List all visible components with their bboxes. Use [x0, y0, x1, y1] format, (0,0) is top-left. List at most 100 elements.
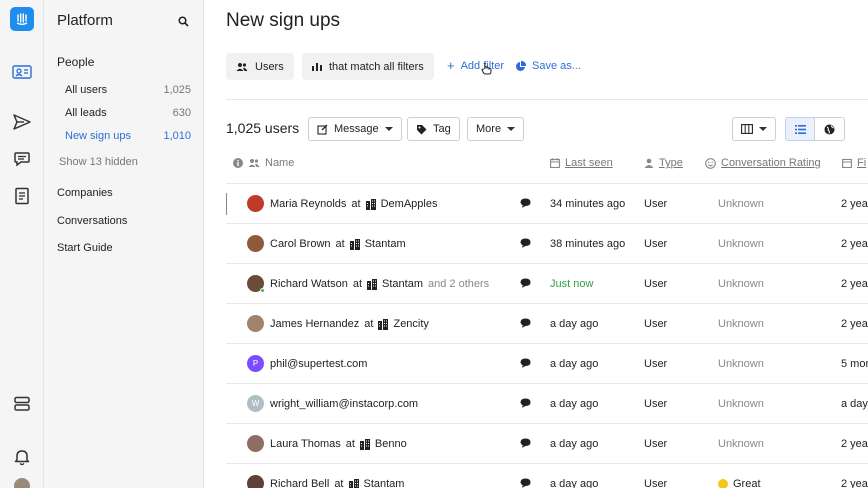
conversation-rating-cell: Unknown — [718, 398, 764, 410]
name-cell[interactable]: phil@supertest.com — [270, 358, 367, 370]
chat-bubble-icon[interactable] — [520, 238, 531, 248]
match-filter-pill[interactable]: that match all filters — [302, 53, 434, 80]
inbox-chat-icon[interactable] — [10, 147, 34, 171]
last-seen-cell-text: a day ago — [550, 438, 599, 450]
user-name[interactable]: James Hernandez — [270, 318, 359, 330]
articles-icon[interactable] — [10, 184, 34, 208]
type-cell: User — [644, 398, 667, 410]
table-row[interactable]: Wwright_william@instacorp.com a day ago Us… — [226, 383, 868, 423]
user-name[interactable]: wright_william@instacorp.com — [270, 398, 418, 410]
message-button[interactable]: Message — [308, 117, 402, 141]
table-row[interactable]: Richard Bell at Stantam a day ago User Great 2… — [226, 463, 868, 488]
name-cell[interactable]: Laura Thomas at Benno — [270, 438, 407, 450]
chat-bubble-icon[interactable] — [520, 478, 531, 488]
company-name[interactable]: Zencity — [393, 318, 428, 330]
save-as-button[interactable]: Save as... — [515, 60, 581, 72]
grinning-face-icon — [718, 479, 728, 488]
chat-bubble-icon[interactable] — [520, 438, 531, 448]
user-name[interactable]: Maria Reynolds — [270, 198, 346, 210]
search-icon[interactable] — [178, 14, 189, 32]
chat-bubble-icon[interactable] — [520, 398, 531, 408]
name-cell[interactable]: Maria Reynolds at DemApples — [270, 198, 437, 210]
last-seen-cell-text: a day ago — [550, 398, 599, 410]
tag-button[interactable]: Tag — [407, 117, 460, 141]
conversation-rating-cell: Unknown — [718, 278, 764, 290]
users-icon — [248, 159, 260, 167]
last-seen-cell: a day ago — [550, 318, 598, 330]
compose-icon — [317, 124, 328, 135]
sidebar-item-all-leads[interactable]: All leads 630 — [65, 107, 191, 119]
user-name[interactable]: phil@supertest.com — [270, 358, 367, 370]
apps-stack-icon[interactable] — [10, 392, 34, 416]
user-name[interactable]: Laura Thomas — [270, 438, 341, 450]
next-column-cell-text: 2 yea — [841, 438, 868, 450]
other-companies[interactable]: and 2 others — [428, 278, 489, 290]
company-name[interactable]: Benno — [375, 438, 407, 450]
sidebar-heading-start-guide[interactable]: Start Guide — [57, 242, 113, 254]
show-hidden-link[interactable]: Show 13 hidden — [59, 156, 138, 168]
last-seen-cell-text: 34 minutes ago — [550, 198, 626, 210]
table-row[interactable]: Maria Reynolds at DemApples 34 minutes ago U… — [226, 183, 868, 223]
column-header-last-seen-label: Last seen — [565, 157, 613, 169]
sidebar-heading-companies[interactable]: Companies — [57, 187, 113, 199]
chat-bubble-icon[interactable] — [520, 318, 531, 328]
type-cell-text: User — [644, 318, 668, 330]
name-cell[interactable]: Richard Bell at Stantam — [270, 478, 404, 488]
conversation-rating-cell: Unknown — [718, 318, 764, 330]
name-cell[interactable]: James Hernandez at Zencity — [270, 318, 429, 330]
sidebar-heading-people[interactable]: People — [57, 55, 94, 69]
sidebar-heading-conversations[interactable]: Conversations — [57, 215, 127, 227]
name-cell[interactable]: wright_william@instacorp.com — [270, 398, 418, 410]
table-row[interactable]: James Hernandez at Zencity a day ago User Unk… — [226, 303, 868, 343]
company-building-icon — [365, 198, 376, 210]
conversation-rating-cell-text: Great — [733, 478, 761, 488]
map-view-toggle[interactable] — [814, 117, 845, 141]
add-filter-button[interactable]: + Add filter — [447, 59, 504, 72]
company-name[interactable]: DemApples — [381, 198, 438, 210]
next-column-cell-text: 2 yea — [841, 318, 868, 330]
column-header-type[interactable]: Type — [644, 157, 683, 169]
contacts-icon[interactable] — [10, 60, 34, 84]
company-name[interactable]: Stantam — [364, 478, 405, 488]
columns-button[interactable] — [732, 117, 776, 141]
company-building-icon — [359, 438, 370, 450]
name-cell[interactable]: Richard Watson at Stantam and 2 others — [270, 278, 489, 290]
list-view-toggle[interactable] — [785, 117, 815, 141]
user-avatar[interactable] — [14, 478, 30, 488]
sidebar-item-new-sign-ups[interactable]: New sign ups 1,010 — [65, 130, 191, 142]
avatar: P — [247, 355, 264, 372]
outbound-send-icon[interactable] — [10, 110, 34, 134]
sidebar-item-all-users[interactable]: All users 1,025 — [65, 84, 191, 96]
sidebar-item-count: 1,025 — [163, 84, 191, 96]
conversation-rating-cell-text: Unknown — [718, 438, 764, 450]
chat-bubble-icon[interactable] — [520, 278, 531, 288]
company-name[interactable]: Stantam — [382, 278, 423, 290]
intercom-logo-icon[interactable] — [10, 7, 34, 31]
column-header-conversation-rating[interactable]: Conversation Rating — [705, 157, 821, 169]
table-row[interactable]: Richard Watson at Stantam and 2 others Just … — [226, 263, 868, 303]
next-column-cell: a day — [841, 398, 868, 410]
chevron-down-icon — [507, 127, 516, 131]
more-button[interactable]: More — [467, 117, 525, 141]
column-header-last-seen[interactable]: Last seen — [550, 157, 613, 169]
at-label: at — [364, 318, 374, 330]
user-name[interactable]: Carol Brown — [270, 238, 331, 250]
page-title: New sign ups — [226, 10, 341, 31]
chat-bubble-icon[interactable] — [520, 358, 531, 368]
last-seen-cell-text: 38 minutes ago — [550, 238, 626, 250]
notifications-bell-icon[interactable] — [10, 445, 34, 469]
user-name[interactable]: Richard Bell — [270, 478, 329, 488]
sidebar-item-label: New sign ups — [65, 130, 132, 142]
column-header-name[interactable]: Name — [233, 157, 294, 169]
table-row[interactable]: Pphil@supertest.com a day ago User Unknown 5… — [226, 343, 868, 383]
chat-bubble-icon[interactable] — [520, 198, 531, 208]
users-filter-pill[interactable]: Users — [226, 53, 294, 80]
table-row[interactable]: Laura Thomas at Benno a day ago User Unknown 2… — [226, 423, 868, 463]
column-header-next[interactable]: Fi — [842, 157, 866, 169]
name-cell[interactable]: Carol Brown at Stantam — [270, 238, 406, 250]
user-name[interactable]: Richard Watson — [270, 278, 348, 290]
company-name[interactable]: Stantam — [365, 238, 406, 250]
conversation-rating-cell-text: Unknown — [718, 238, 764, 250]
next-column-cell: 2 yea — [841, 238, 868, 250]
table-row[interactable]: Carol Brown at Stantam 38 minutes ago User Un… — [226, 223, 868, 263]
